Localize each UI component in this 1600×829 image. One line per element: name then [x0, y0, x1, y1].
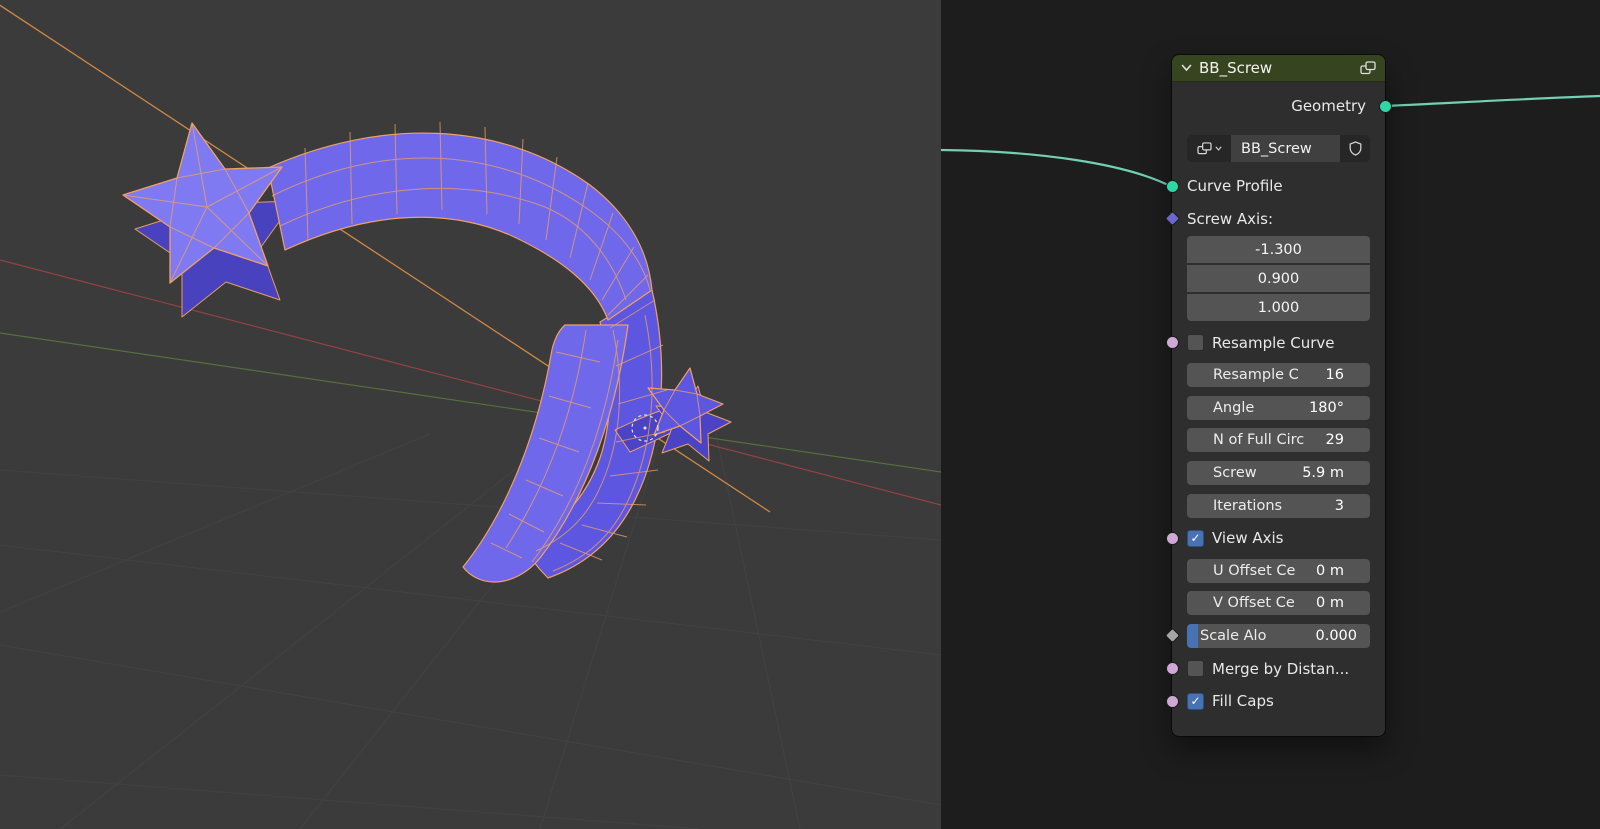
field-value: 0.000 — [1315, 627, 1357, 644]
node-row-v-offset-ce: V Offset Ce 0 m — [1187, 591, 1370, 616]
vector-field-x[interactable]: -1.300 — [1187, 236, 1370, 264]
link-from-geometry-output — [1384, 94, 1600, 108]
node-row-resample-c: Resample C 16 — [1187, 363, 1370, 388]
checkbox-label: Merge by Distan... — [1212, 659, 1350, 678]
socket-geometry-output[interactable] — [1379, 99, 1392, 113]
field-value: 5.9 m — [1302, 464, 1344, 481]
field-iterations[interactable]: Iterations 3 — [1200, 493, 1357, 518]
field-v-offset-ce[interactable]: V Offset Ce 0 m — [1200, 591, 1357, 616]
vector-field-y[interactable]: 0.900 — [1187, 265, 1370, 293]
node-row-screw: Screw 5.9 m — [1187, 460, 1370, 485]
node-body: Geometry BB_Screw Curve Profile Screw Ax… — [1164, 91, 1392, 736]
checkbox-resample-curve[interactable] — [1187, 334, 1204, 352]
field-value: 3 — [1334, 497, 1344, 514]
node-tree-dropdown-button[interactable] — [1187, 135, 1231, 162]
field-value: 180° — [1309, 399, 1344, 416]
node-row-scale-alo: Scale Alo 0.000 — [1164, 623, 1370, 648]
field-scale-alo[interactable]: Scale Alo 0.000 — [1187, 623, 1370, 648]
field-label: N of Full Circ — [1213, 432, 1305, 449]
node-group-icon — [1360, 61, 1376, 75]
checkbox-fill-caps[interactable]: ✓ — [1187, 692, 1204, 710]
node-header[interactable]: BB_Screw — [1172, 55, 1385, 82]
output-row-geometry: Geometry — [1172, 91, 1392, 121]
viewport-scene — [0, 4, 941, 829]
blender-window: BB_Screw Geometry BB_Screw Curve Profile… — [0, 0, 1600, 829]
field-label: Scale Alo — [1200, 627, 1267, 644]
field-label: V Offset Ce — [1213, 595, 1295, 612]
field-value: 16 — [1325, 367, 1344, 384]
node-row-fill-caps: ✓ Fill Caps — [1165, 689, 1370, 713]
viewport-3d[interactable] — [0, 0, 941, 829]
field-angle[interactable]: Angle 180° — [1200, 395, 1357, 420]
node-row-curve-profile: Curve Profile — [1165, 174, 1370, 198]
x-axis-line — [0, 259, 941, 506]
geometry-nodes-editor[interactable]: BB_Screw Geometry BB_Screw Curve Profile… — [941, 0, 1600, 829]
socket-merge-by-distan[interactable] — [1165, 662, 1179, 676]
field-resample-c[interactable]: Resample C 16 — [1200, 363, 1357, 388]
dropdown-chevron-icon — [1214, 146, 1222, 151]
row-label: Screw Axis: — [1187, 209, 1274, 228]
field-value: 0 m — [1316, 562, 1344, 579]
field-value: 0 m — [1316, 595, 1344, 612]
node-group-name[interactable]: BB_Screw — [1231, 135, 1340, 162]
field-label: Screw — [1213, 464, 1257, 481]
node-parameter-rows: Curve Profile Screw Axis: -1.300 0.900 1.000… — [1164, 162, 1385, 713]
checkbox-label: Fill Caps — [1212, 692, 1274, 711]
checkbox-label: View Axis — [1212, 529, 1284, 548]
row-label: Curve Profile — [1187, 177, 1283, 195]
socket-curve-profile[interactable] — [1165, 179, 1179, 193]
checkbox-label: Resample Curve — [1212, 333, 1335, 352]
shield-icon — [1349, 141, 1361, 156]
node-row-screw-axis: Screw Axis: — [1164, 207, 1370, 231]
field-n-of-full-circ[interactable]: N of Full Circ 29 — [1200, 428, 1357, 453]
node-row-iterations: Iterations 3 — [1187, 493, 1370, 518]
field-label: U Offset Ce — [1213, 562, 1296, 579]
checkbox-view-axis[interactable]: ✓ — [1187, 529, 1204, 547]
vector-field-z[interactable]: 1.000 — [1187, 294, 1370, 322]
y-axis-line — [0, 332, 941, 473]
chevron-down-icon[interactable] — [1181, 64, 1192, 72]
node-row-n-of-full-circ: N of Full Circ 29 — [1187, 428, 1370, 453]
node-row-u-offset-ce: U Offset Ce 0 m — [1187, 558, 1370, 583]
socket-scale-alo[interactable] — [1164, 628, 1180, 644]
link-into-curve-profile — [941, 148, 1173, 188]
field-label: Angle — [1213, 399, 1255, 416]
node-row-resample-curve: Resample Curve — [1165, 331, 1370, 355]
field-label: Resample C — [1213, 367, 1299, 384]
slider-fill — [1187, 623, 1198, 648]
socket-resample-curve[interactable] — [1165, 336, 1179, 350]
field-label: Iterations — [1213, 497, 1283, 514]
screw-mesh — [122, 121, 732, 583]
node-title: BB_Screw — [1199, 59, 1273, 77]
node-bb-screw[interactable]: BB_Screw Geometry BB_Screw Curve Profile… — [1164, 54, 1392, 737]
checkbox-merge-by-distan[interactable] — [1187, 660, 1204, 678]
fake-user-shield-button[interactable] — [1340, 135, 1370, 162]
node-group-selector[interactable]: BB_Screw — [1187, 135, 1370, 162]
node-tree-icon — [1196, 142, 1212, 155]
field-value: 29 — [1325, 432, 1344, 449]
socket-fill-caps[interactable] — [1165, 694, 1179, 708]
field-screw[interactable]: Screw 5.9 m — [1200, 460, 1357, 485]
mesh-band-top — [267, 132, 653, 321]
output-label: Geometry — [1291, 97, 1366, 115]
field-u-offset-ce[interactable]: U Offset Ce 0 m — [1200, 558, 1357, 583]
socket-screw-axis[interactable] — [1164, 210, 1180, 227]
node-row-vector: -1.300 0.900 1.000 — [1187, 236, 1370, 322]
node-row-view-axis: ✓ View Axis — [1165, 526, 1370, 550]
node-row-merge-by-distan: Merge by Distan... — [1165, 657, 1370, 681]
socket-view-axis[interactable] — [1165, 531, 1179, 545]
node-row-angle: Angle 180° — [1187, 395, 1370, 420]
floor-grid — [0, 433, 941, 829]
